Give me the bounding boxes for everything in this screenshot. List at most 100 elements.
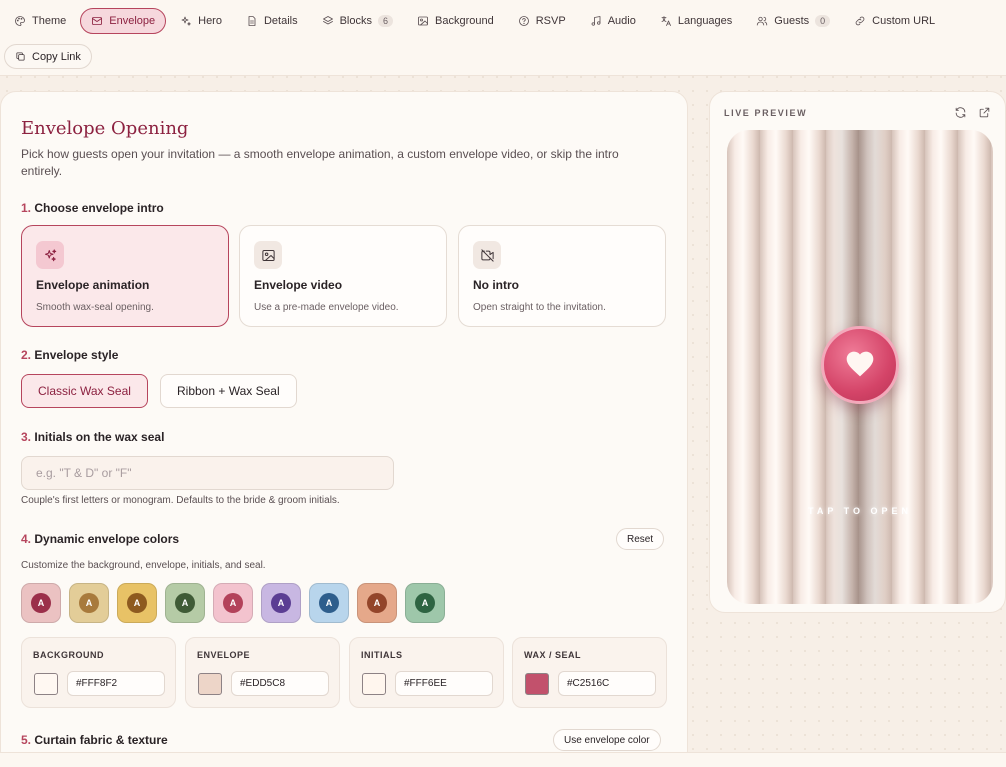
intro-icon-wrap	[473, 241, 501, 269]
color-field-label: BACKGROUND	[33, 650, 104, 660]
color-preset-swatch[interactable]: A	[309, 583, 349, 623]
image-icon	[261, 249, 275, 261]
color-preset-swatch[interactable]: A	[405, 583, 445, 623]
hex-input[interactable]: #C2516C	[558, 671, 656, 696]
intro-option-envelope-animation[interactable]: Envelope animation Smooth wax-seal openi…	[21, 225, 229, 327]
color-preset-swatch[interactable]: A	[21, 583, 61, 623]
layers-icon	[322, 16, 333, 25]
section-style-title: 2. Envelope style	[21, 348, 118, 362]
color-swatch[interactable]	[362, 673, 386, 695]
color-preset-swatch[interactable]: A	[69, 583, 109, 623]
section-label: Envelope style	[34, 348, 119, 362]
tab-rsvp[interactable]: RSVP	[508, 8, 576, 34]
initials-input[interactable]	[21, 456, 394, 490]
external-link-icon	[979, 107, 990, 118]
style-classic-wax-seal-button[interactable]: Classic Wax Seal	[21, 374, 148, 408]
curtain-preview[interactable]: TAP TO OPEN	[727, 130, 993, 604]
tab-languages[interactable]: Languages	[650, 8, 742, 34]
section-initials-title: 3. Initials on the wax seal	[21, 430, 164, 444]
section-label: Choose envelope intro	[34, 201, 164, 215]
tab-hero[interactable]: Hero	[170, 8, 232, 34]
music-icon	[591, 16, 601, 26]
tab-label: Guests	[774, 15, 810, 27]
envelope-settings-panel: Envelope Opening Pick how guests open yo…	[0, 91, 688, 767]
panel-description: Pick how guests open your invitation — a…	[21, 147, 619, 178]
heart-icon	[846, 351, 874, 377]
tab-envelope[interactable]: Envelope	[80, 8, 167, 34]
sparkles-icon	[181, 16, 191, 26]
tab-custom-url[interactable]: Custom URL	[844, 8, 945, 34]
color-swatch[interactable]	[525, 673, 549, 695]
palette-icon	[15, 16, 25, 26]
section-number: 2.	[21, 348, 32, 362]
tab-guests[interactable]: Guests 0	[746, 8, 840, 34]
preset-initial: A	[319, 593, 339, 613]
hex-input[interactable]: #FFF8F2	[67, 671, 165, 696]
reset-colors-button[interactable]: Reset	[616, 528, 665, 550]
tab-label: Theme	[32, 15, 67, 27]
tab-details[interactable]: Details	[236, 8, 308, 34]
intro-option-name: No intro	[473, 278, 519, 292]
color-preset-swatch[interactable]: A	[213, 583, 253, 623]
bottom-bar	[0, 752, 1006, 767]
live-preview-label: LIVE PREVIEW	[724, 108, 808, 118]
tab-label: Background	[435, 15, 494, 27]
intro-option-desc: Open straight to the invitation.	[473, 302, 606, 313]
colors-hint: Customize the background, envelope, init…	[21, 560, 266, 571]
intro-option-desc: Use a pre-made envelope video.	[254, 302, 399, 313]
intro-option-name: Envelope animation	[36, 278, 150, 292]
intro-option-name: Envelope video	[254, 278, 343, 292]
video-off-icon	[480, 248, 494, 262]
hex-input[interactable]: #FFF6EE	[395, 671, 493, 696]
section-label: Initials on the wax seal	[34, 430, 165, 444]
color-swatch[interactable]	[34, 673, 58, 695]
style-ribbon-wax-seal-button[interactable]: Ribbon + Wax Seal	[160, 374, 297, 408]
color-field-background: BACKGROUND #FFF8F2	[21, 637, 176, 708]
refresh-preview-button[interactable]	[954, 106, 967, 119]
color-preset-swatches: AAAAAAAAA	[21, 583, 445, 623]
tabs-row: Theme Envelope Hero Details Blocks 6 Bac…	[4, 8, 949, 34]
mail-icon	[92, 17, 103, 25]
sparkles-icon	[44, 248, 56, 261]
section-curtain-title: 5. Curtain fabric & texture	[21, 733, 168, 747]
translate-icon	[661, 16, 671, 26]
wax-seal[interactable]	[821, 326, 899, 404]
use-envelope-color-button[interactable]: Use envelope color	[553, 729, 661, 751]
color-preset-swatch[interactable]: A	[165, 583, 205, 623]
tab-label: Languages	[677, 15, 733, 27]
preset-initial: A	[367, 593, 387, 613]
copy-link-button[interactable]: Copy Link	[4, 44, 92, 69]
color-field-initials: INITIALS #FFF6EE	[349, 637, 504, 708]
color-swatch[interactable]	[198, 673, 222, 695]
intro-option-envelope-video[interactable]: Envelope video Use a pre-made envelope v…	[239, 225, 447, 327]
copy-icon	[16, 52, 25, 61]
preset-initial: A	[31, 593, 51, 613]
image-icon	[418, 16, 428, 26]
preset-initial: A	[127, 593, 147, 613]
tab-theme[interactable]: Theme	[4, 8, 76, 34]
tab-label: Blocks	[339, 15, 372, 27]
section-colors-title: 4. Dynamic envelope colors	[21, 532, 179, 546]
initials-hint: Couple's first letters or monogram. Defa…	[21, 495, 340, 506]
users-icon	[757, 16, 768, 26]
tab-audio[interactable]: Audio	[580, 8, 646, 34]
intro-option-desc: Smooth wax-seal opening.	[36, 302, 154, 313]
color-field-label: INITIALS	[361, 650, 403, 660]
hex-input[interactable]: #EDD5C8	[231, 671, 329, 696]
intro-icon-wrap	[254, 241, 282, 269]
document-icon	[248, 16, 256, 26]
tab-label: Envelope	[109, 15, 156, 27]
color-preset-swatch[interactable]: A	[117, 583, 157, 623]
color-preset-swatch[interactable]: A	[357, 583, 397, 623]
panel-title: Envelope Opening	[21, 118, 189, 139]
color-preset-swatch[interactable]: A	[261, 583, 301, 623]
preset-initial: A	[175, 593, 195, 613]
tab-blocks[interactable]: Blocks 6	[312, 8, 403, 34]
tab-background[interactable]: Background	[407, 8, 504, 34]
top-navigation: Theme Envelope Hero Details Blocks 6 Bac…	[0, 0, 1006, 76]
section-number: 5.	[21, 733, 32, 747]
intro-option-no-intro[interactable]: No intro Open straight to the invitation…	[458, 225, 666, 327]
preset-initial: A	[271, 593, 291, 613]
open-external-button[interactable]	[978, 106, 991, 119]
section-number: 1.	[21, 201, 32, 215]
